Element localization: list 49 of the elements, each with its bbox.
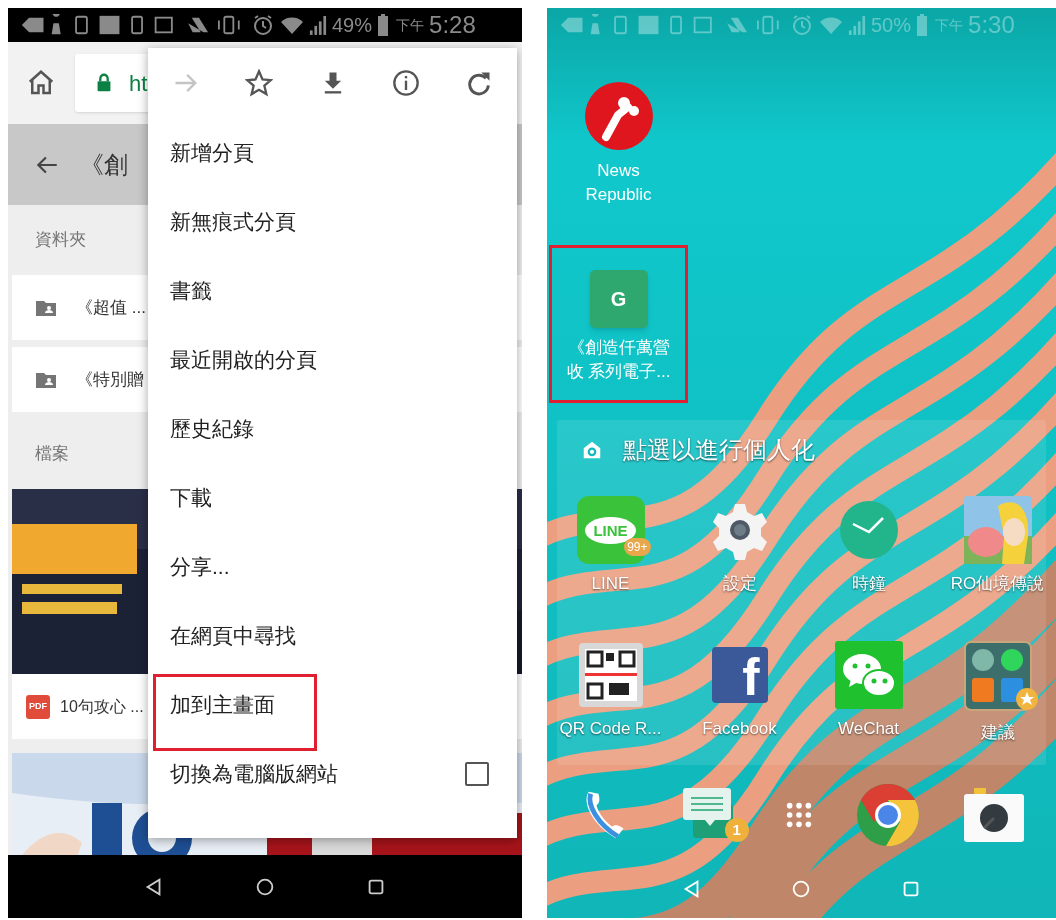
camera-icon[interactable] [964,788,1024,842]
app-label: News [597,160,640,182]
menu-item[interactable]: 分享... [148,532,240,601]
time-period: 下午 [935,18,964,32]
app-label: 收 系列電子... [566,361,671,383]
notification-badge: 99+ [624,538,651,556]
app-label: WeChat [837,718,900,740]
f-logo-icon[interactable]: f [711,647,768,703]
clock-time: 5:28 [429,13,476,37]
app-folder-icon[interactable] [963,641,1040,713]
browser-logo-icon[interactable] [856,783,921,847]
signal-icon [848,13,866,37]
file-name: 《特別贈 [76,368,144,391]
section-heading: 檔案 [35,443,69,466]
battery-level: 49% [332,15,373,35]
info-icon[interactable] [391,69,420,97]
battery-level: 50% [871,15,912,35]
clock-time: 5:30 [968,13,1015,37]
alarm-icon [790,13,814,37]
menu-item[interactable]: 書籤 [148,256,222,325]
battery-icon [377,13,390,37]
checkbox[interactable] [465,761,489,786]
signal-icon [309,13,327,37]
menu-item[interactable]: 歷史紀錄 [148,394,264,463]
menu-item[interactable]: 新增分頁 [148,118,264,187]
app-label: LINE [591,573,630,595]
pdf-icon: PDF [26,694,50,719]
qr-code-icon[interactable] [578,643,643,707]
battery-icon [916,13,929,37]
page-title: 《創 [80,149,128,180]
star-icon[interactable] [245,69,274,97]
menu-item[interactable]: 新無痕式分頁 [148,187,306,256]
url-text: ht [129,69,148,98]
app-label: QR Code R... [559,718,662,740]
time-period: 下午 [396,18,425,32]
file-name: 10句攻心 ... [60,696,144,717]
menu-item[interactable]: 下載 [148,463,222,532]
app-label: 《創造仟萬營 [567,337,670,359]
file-name: 《超值 ... [76,296,146,319]
menu-item[interactable]: 加到主畫面 [148,670,285,739]
menu-item[interactable]: 切換為電腦版網站 [148,739,348,808]
network-logo-icon[interactable] [583,81,654,151]
menu-item[interactable]: 最近開啟的分頁 [148,325,327,394]
section-heading: 資料夾 [35,229,86,252]
app-label: Republic [585,184,652,206]
alarm-icon [251,13,275,37]
app-drawer-icon[interactable] [784,801,813,829]
menu-item[interactable]: 在網頁中尋找 [148,601,306,670]
app-label: 時鐘 [851,573,886,595]
